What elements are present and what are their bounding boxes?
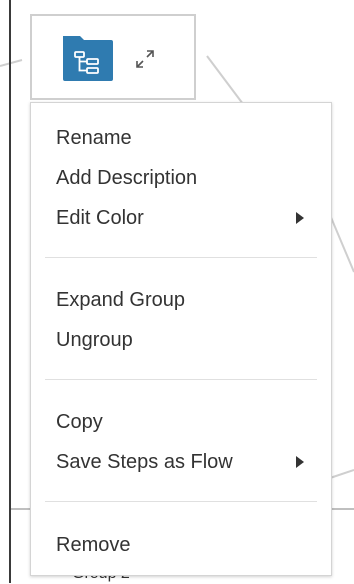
group-node[interactable] (30, 14, 196, 100)
menu-item-copy[interactable]: Copy (31, 404, 331, 440)
menu-item-expand-group[interactable]: Expand Group (31, 282, 331, 318)
menu-item-label: Edit Color (56, 207, 144, 229)
group-folder-icon[interactable] (61, 33, 113, 81)
menu-item-ungroup[interactable]: Ungroup (31, 322, 331, 358)
context-menu: Rename Add Description Edit Color Expand… (30, 102, 332, 576)
menu-item-rename[interactable]: Rename (31, 120, 331, 156)
canvas-left-border (9, 0, 11, 583)
menu-item-label: Expand Group (56, 289, 185, 311)
submenu-arrow-icon (296, 456, 304, 468)
menu-divider (45, 379, 317, 380)
menu-item-label: Rename (56, 127, 132, 149)
menu-divider (45, 257, 317, 258)
menu-divider (45, 501, 317, 502)
menu-item-remove[interactable]: Remove (31, 527, 331, 563)
menu-item-save-steps-as-flow[interactable]: Save Steps as Flow (31, 444, 331, 480)
expand-arrows-icon[interactable] (134, 48, 156, 70)
menu-item-label: Add Description (56, 167, 198, 189)
connector-line (0, 59, 23, 67)
menu-item-edit-color[interactable]: Edit Color (31, 200, 331, 236)
menu-item-label: Save Steps as Flow (56, 451, 233, 473)
submenu-arrow-icon (296, 212, 304, 224)
connector-line (329, 469, 354, 479)
connector-line (206, 55, 244, 105)
menu-item-add-description[interactable]: Add Description (31, 160, 331, 196)
menu-item-label: Remove (56, 534, 131, 556)
menu-item-label: Ungroup (56, 329, 133, 351)
menu-item-label: Copy (56, 411, 103, 433)
connector-line (329, 214, 354, 273)
